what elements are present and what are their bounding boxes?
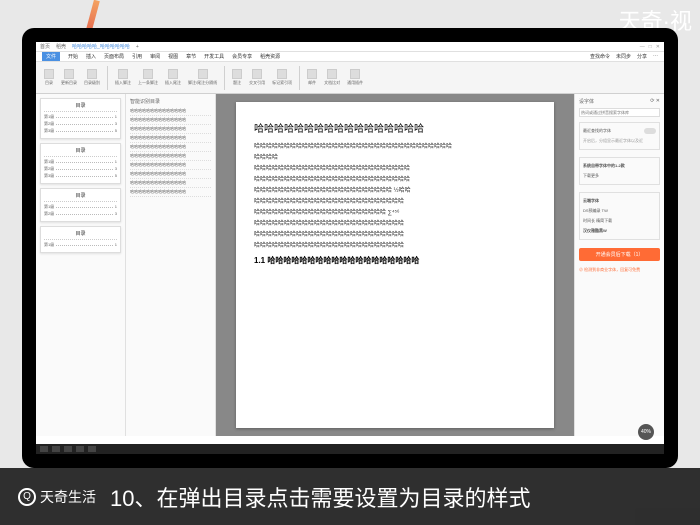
ribbon-prev-footnote[interactable]: 上一条脚注 [136, 69, 160, 86]
menu-item[interactable]: 开始 [68, 53, 78, 60]
download-button[interactable]: 开通会员后下载（1） [579, 248, 660, 261]
toc-style-option[interactable]: 目录 第1级1 第2级3 [40, 188, 121, 222]
nav-item[interactable]: 哈哈哈哈哈哈哈哈哈哈哈哈哈哈 [130, 143, 211, 152]
nav-item[interactable]: 哈哈哈哈哈哈哈哈哈哈哈哈哈哈 [130, 152, 211, 161]
titlebar: 首页 稻壳 哈哈哈哈哈_哈哈哈哈哈哈 + — □ ✕ [36, 42, 664, 52]
doc-line: 哈哈哈哈哈哈哈哈哈哈哈哈哈哈哈哈哈哈哈哈哈哈哈哈哈哈哈哈哈哈哈哈哈 [254, 141, 536, 150]
zoom-indicator[interactable]: 40% [638, 424, 654, 440]
toc-style-option[interactable]: 目录 第1级1 第2级3 第3级5 [40, 143, 121, 184]
recent-fonts-toggle[interactable] [644, 128, 656, 134]
menu-item[interactable]: 审阅 [150, 53, 160, 60]
doc-line: 哈哈哈哈哈哈哈哈哈哈哈哈哈哈哈哈哈哈哈哈哈哈哈哈哈 [254, 218, 536, 227]
nav-item[interactable]: 哈哈哈哈哈哈哈哈哈哈哈哈哈哈 [130, 161, 211, 170]
ribbon-toc-level[interactable]: 目录级别 [82, 69, 102, 86]
logo-icon: Q [18, 488, 36, 506]
doc-title: 哈哈哈哈哈哈哈哈哈哈哈哈哈哈哈哈哈 [254, 120, 536, 135]
doc-heading: 1.1 哈哈哈哈哈哈哈哈哈哈哈哈哈哈哈哈哈哈哈 [254, 255, 536, 266]
start-button[interactable] [40, 446, 48, 452]
caption-overlay: Q 天奇生活 10、在弹出目录点击需要设置为目录的样式 [0, 468, 700, 525]
sync-status[interactable]: 未同步 [616, 53, 631, 60]
page: 哈哈哈哈哈哈哈哈哈哈哈哈哈哈哈哈哈 哈哈哈哈哈哈哈哈哈哈哈哈哈哈哈哈哈哈哈哈哈哈… [236, 102, 554, 428]
taskbar-app[interactable] [52, 446, 60, 452]
nav-item[interactable]: 哈哈哈哈哈哈哈哈哈哈哈哈哈哈 [130, 107, 211, 116]
ribbon-footnote[interactable]: 插入脚注 [113, 69, 133, 86]
caption-text: 10、在弹出目录点击需要设置为目录的样式 [110, 481, 530, 513]
nav-item[interactable]: 哈哈哈哈哈哈哈哈哈哈哈哈哈哈 [130, 170, 211, 179]
doc-line: 哈哈哈哈哈哈哈哈哈哈哈哈哈哈哈哈哈哈哈哈哈哈 ∑⁴⁵⁶ [254, 207, 536, 216]
taskbar-app[interactable] [88, 446, 96, 452]
ribbon-index[interactable]: 标记索引项 [270, 69, 294, 86]
panel-title: 设字体 [579, 98, 594, 105]
share-button[interactable]: 分享 [637, 53, 647, 60]
nav-item[interactable]: 哈哈哈哈哈哈哈哈哈哈哈哈哈哈 [130, 179, 211, 188]
menu-item[interactable]: 章节 [186, 53, 196, 60]
nav-header: 智能识别目录 [130, 98, 211, 105]
doc-line: 哈哈哈哈 [254, 152, 536, 161]
menu-item[interactable]: 视图 [168, 53, 178, 60]
menu-item[interactable]: 会员专享 [232, 53, 252, 60]
menu-item[interactable]: 引用 [132, 53, 142, 60]
menu-item[interactable]: 开发工具 [204, 53, 224, 60]
monitor-frame: 首页 稻壳 哈哈哈哈哈_哈哈哈哈哈哈 + — □ ✕ 文件 开始 插入 页面布局… [22, 28, 678, 468]
window-controls: — □ ✕ [640, 44, 660, 50]
doc-line: 哈哈哈哈哈哈哈哈哈哈哈哈哈哈哈哈哈哈哈哈哈哈哈哈哈哈 [254, 174, 536, 183]
doc-line: 哈哈哈哈哈哈哈哈哈哈哈哈哈哈哈哈哈哈哈哈哈哈哈 ½哈哈 [254, 185, 536, 194]
document-area[interactable]: 哈哈哈哈哈哈哈哈哈哈哈哈哈哈哈哈哈 哈哈哈哈哈哈哈哈哈哈哈哈哈哈哈哈哈哈哈哈哈哈… [216, 94, 574, 436]
doc-line: 哈哈哈哈哈哈哈哈哈哈哈哈哈哈哈哈哈哈哈哈哈哈哈哈哈 [254, 229, 536, 238]
ribbon-endnote[interactable]: 插入尾注 [163, 69, 183, 86]
ribbon-crossref[interactable]: 交叉引用 [247, 69, 267, 86]
nav-item[interactable]: 哈哈哈哈哈哈哈哈哈哈哈哈哈哈 [130, 188, 211, 197]
screen: 首页 稻壳 哈哈哈哈哈_哈哈哈哈哈哈 + — □ ✕ 文件 开始 插入 页面布局… [36, 42, 664, 454]
toc-panel: 目录 第1级1 第2级3 第3级5 目录 第1级1 第2级3 第3级5 目录 第… [36, 94, 126, 436]
font-option[interactable]: 汉仪雅酷黑W [583, 228, 607, 234]
doc-line: 哈哈哈哈哈哈哈哈哈哈哈哈哈哈哈哈哈哈哈哈哈哈哈哈哈 [254, 196, 536, 205]
toc-style-option[interactable]: 目录 第1级1 第2级3 第3级5 [40, 98, 121, 139]
nav-item[interactable]: 哈哈哈哈哈哈哈哈哈哈哈哈哈哈 [130, 116, 211, 125]
toc-style-option[interactable]: 目录 第1级1 [40, 226, 121, 253]
taskbar-app[interactable] [76, 446, 84, 452]
ribbon-separator[interactable]: 脚注/尾注分隔线 [186, 69, 219, 86]
doc-line: 哈哈哈哈哈哈哈哈哈哈哈哈哈哈哈哈哈哈哈哈哈哈哈哈哈哈 [254, 163, 536, 172]
panel-close-icon[interactable]: ⟳ ✕ [650, 98, 660, 105]
menu-item[interactable]: 页面布局 [104, 53, 124, 60]
font-search-input[interactable] [579, 108, 660, 117]
ribbon-compare[interactable]: 文档比对 [322, 69, 342, 86]
decorative-pencil [86, 0, 100, 30]
taskbar-app[interactable] [64, 446, 72, 452]
tab-docer[interactable]: 稻壳 [56, 43, 66, 50]
ribbon-update-toc[interactable]: 更新目录 [59, 69, 79, 86]
tab-document[interactable]: 哈哈哈哈哈_哈哈哈哈哈哈 [72, 43, 130, 50]
taskbar [36, 444, 664, 454]
ribbon-mail[interactable]: 邮件 [305, 69, 319, 86]
workspace: 目录 第1级1 第2级3 第3级5 目录 第1级1 第2级3 第3级5 目录 第… [36, 94, 664, 436]
font-option[interactable]: DS预编录 TW [583, 208, 608, 214]
font-warning: ⊘ 检测到非商业字体，回复可免费 [579, 267, 660, 273]
caption-logo: Q 天奇生活 [18, 487, 96, 507]
menu-item[interactable]: 插入 [86, 53, 96, 60]
minimize-icon[interactable]: — [640, 44, 645, 50]
nav-item[interactable]: 哈哈哈哈哈哈哈哈哈哈哈哈哈哈 [130, 134, 211, 143]
tab-new[interactable]: + [136, 44, 139, 50]
menubar: 文件 开始 插入 页面布局 引用 审阅 视图 章节 开发工具 会员专享 稻壳资源… [36, 52, 664, 62]
font-option[interactable]: 时间长 精简下载 [583, 218, 612, 224]
menu-file[interactable]: 文件 [42, 52, 60, 61]
ribbon-toc[interactable]: 目录 [42, 69, 56, 86]
maximize-icon[interactable]: □ [649, 44, 652, 50]
ribbon-plugin[interactable]: 通用插件 [345, 69, 365, 86]
close-icon[interactable]: ✕ [656, 44, 660, 50]
nav-item[interactable]: 哈哈哈哈哈哈哈哈哈哈哈哈哈哈 [130, 125, 211, 134]
font-panel: 设字体⟳ ✕ 最近查找的字体 开启后，分组显示最近字体以及近 系统自带字体中的1… [574, 94, 664, 436]
tab-home[interactable]: 首页 [40, 43, 50, 50]
more-icon[interactable]: ⋯ [653, 53, 658, 60]
ribbon: 目录 更新目录 目录级别 插入脚注 上一条脚注 插入尾注 脚注/尾注分隔线 题注… [36, 62, 664, 94]
nav-panel: 智能识别目录 哈哈哈哈哈哈哈哈哈哈哈哈哈哈 哈哈哈哈哈哈哈哈哈哈哈哈哈哈 哈哈哈… [126, 94, 216, 436]
ribbon-caption[interactable]: 题注 [230, 69, 244, 86]
search-command[interactable]: 查找命令 [590, 53, 610, 60]
doc-line: 哈哈哈哈哈哈哈哈哈哈哈哈哈哈哈哈哈哈哈哈哈哈哈哈哈 [254, 240, 536, 249]
menu-item[interactable]: 稻壳资源 [260, 53, 280, 60]
